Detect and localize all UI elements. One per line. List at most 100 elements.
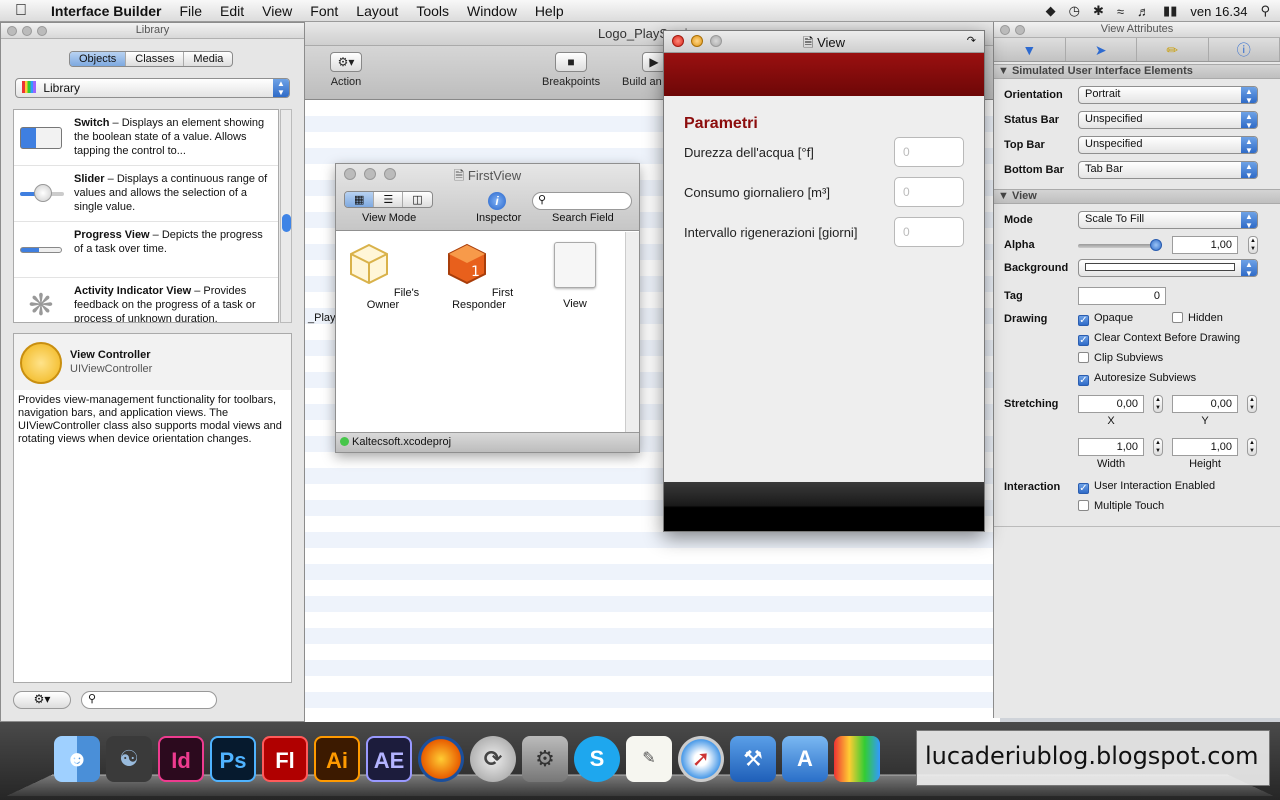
flash-icon[interactable]: Fl <box>262 736 308 782</box>
firefox-icon[interactable] <box>418 736 464 782</box>
stretch-height-stepper[interactable]: ▲ ▼ <box>1247 438 1257 456</box>
list-item[interactable]: ❋ Activity Indicator View – Provides fee… <box>14 278 278 322</box>
bottom-bar-select[interactable]: Tab Bar ▲ ▼ <box>1078 161 1258 180</box>
orientation-select[interactable]: Portrait ▲ ▼ <box>1078 86 1258 105</box>
zoom-button[interactable] <box>710 35 722 47</box>
system-preferences-icon[interactable]: ⚙ <box>522 736 568 782</box>
spotlight-search-icon[interactable]: ⚲ <box>1260 3 1270 19</box>
dropbox-icon[interactable]: ◆ <box>1046 3 1056 19</box>
stretch-width-field[interactable]: 1,00 <box>1078 438 1144 456</box>
stretch-height-field[interactable]: 1,00 <box>1172 438 1238 456</box>
mode-select[interactable]: Scale To Fill ▲ ▼ <box>1078 211 1258 230</box>
xcode-icon[interactable]: ⚒ <box>730 736 776 782</box>
stretch-x-field[interactable]: 0,00 <box>1078 395 1144 413</box>
icon-view-button[interactable]: ▦ <box>345 192 375 207</box>
menu-edit[interactable]: Edit <box>211 3 253 19</box>
battery-icon[interactable]: ▮▮ <box>1163 3 1177 19</box>
status-bar-select[interactable]: Unspecified ▲ ▼ <box>1078 111 1258 130</box>
list-item[interactable]: Slider – Displays a continuous range of … <box>14 166 278 222</box>
textedit-icon[interactable]: ✎ <box>626 736 672 782</box>
close-button[interactable] <box>344 168 356 180</box>
close-button[interactable] <box>1000 25 1010 35</box>
alpha-stepper[interactable]: ▲ ▼ <box>1248 236 1258 254</box>
clear-context-checkbox[interactable]: ✓ Clear Context Before Drawing <box>1078 332 1240 346</box>
section-simulated[interactable]: ▼ Simulated User Interface Elements <box>994 64 1280 79</box>
library-object-list[interactable]: Switch – Displays an element showing the… <box>13 109 279 323</box>
identity-tab-icon[interactable]: ⓘ <box>1209 38 1280 61</box>
minimize-button[interactable] <box>691 35 703 47</box>
user-interaction-checkbox[interactable]: ✓ User Interaction Enabled <box>1078 480 1215 494</box>
document-scrollbar[interactable] <box>625 232 639 432</box>
scrollbar-thumb[interactable] <box>282 214 291 232</box>
safari-icon[interactable]: ➚ <box>678 736 724 782</box>
minimize-button[interactable] <box>22 26 32 36</box>
library-popup[interactable]: Library ▲ ▼ <box>15 78 290 98</box>
tab-bar[interactable] <box>664 482 984 531</box>
opaque-checkbox[interactable]: ✓ Opaque <box>1078 312 1133 326</box>
tag-field[interactable]: 0 <box>1078 287 1166 305</box>
stretch-y-field[interactable]: 0,00 <box>1172 395 1238 413</box>
autoresize-checkbox[interactable]: ✓ Autoresize Subviews <box>1078 372 1196 386</box>
skype-icon[interactable]: S <box>574 736 620 782</box>
minimize-button[interactable] <box>364 168 376 180</box>
section-view[interactable]: ▼ View <box>994 189 1280 204</box>
build-button[interactable]: ▶ Build an <box>622 52 666 88</box>
close-button[interactable] <box>7 26 17 36</box>
multiple-touch-checkbox[interactable]: Multiple Touch <box>1078 500 1164 512</box>
stretch-x-stepper[interactable]: ▲ ▼ <box>1153 395 1163 413</box>
stretch-y-stepper[interactable]: ▲ ▼ <box>1247 395 1257 413</box>
menu-clock[interactable]: ven 16.34 <box>1190 4 1247 19</box>
gear-menu-button[interactable]: ⚙▾ <box>13 691 71 709</box>
growl-icon[interactable]: ☯ <box>106 736 152 782</box>
top-bar-select[interactable]: Unspecified ▲ ▼ <box>1078 136 1258 155</box>
view-object[interactable]: View <box>532 242 618 310</box>
menu-window[interactable]: Window <box>458 3 526 19</box>
wifi-icon[interactable]: ≈ <box>1117 4 1124 19</box>
rotate-icon[interactable]: ↷ <box>967 34 976 47</box>
tab-classes[interactable]: Classes <box>126 52 185 66</box>
stretch-width-stepper[interactable]: ▲ ▼ <box>1153 438 1163 456</box>
tab-media[interactable]: Media <box>184 52 232 66</box>
menu-file[interactable]: File <box>170 3 211 19</box>
zoom-button[interactable] <box>37 26 47 36</box>
action-button[interactable]: ⚙▾ Action <box>330 52 362 88</box>
after-effects-icon[interactable]: AE <box>366 736 412 782</box>
bluetooth-icon[interactable]: ✱ <box>1093 3 1104 19</box>
library-search-field[interactable]: ⚲ <box>81 691 217 709</box>
inspector-info-icon[interactable]: i <box>488 192 506 210</box>
zoom-button[interactable] <box>384 168 396 180</box>
regeneration-field[interactable]: 0 <box>894 217 964 247</box>
files-owner-object[interactable]: File's Owner <box>340 242 426 311</box>
instruments-icon[interactable] <box>834 736 880 782</box>
minimize-button[interactable] <box>1015 25 1025 35</box>
menu-view[interactable]: View <box>253 3 301 19</box>
finder-icon[interactable]: ☻ <box>54 736 100 782</box>
app-menu[interactable]: Interface Builder <box>42 3 170 19</box>
consumption-field[interactable]: 0 <box>894 177 964 207</box>
close-button[interactable] <box>672 35 684 47</box>
alpha-slider[interactable] <box>1078 239 1162 251</box>
menu-layout[interactable]: Layout <box>347 3 407 19</box>
hidden-checkbox[interactable]: Hidden <box>1172 312 1223 324</box>
illustrator-icon[interactable]: Ai <box>314 736 360 782</box>
time-machine-icon[interactable]: ⟳ <box>470 736 516 782</box>
breakpoints-button[interactable]: ■ Breakpoints <box>542 52 600 88</box>
search-field[interactable]: ⚲ <box>532 192 632 210</box>
first-responder-object[interactable]: 1 First Responder <box>436 242 522 311</box>
background-color-select[interactable]: ▲ ▼ <box>1078 259 1258 278</box>
library-scrollbar[interactable] <box>280 109 292 323</box>
time-machine-icon[interactable]: ◷ <box>1069 3 1080 19</box>
size-tab-icon[interactable]: ✏ <box>1137 38 1209 61</box>
connections-tab-icon[interactable]: ➤ <box>1066 38 1137 61</box>
hardness-field[interactable]: 0 <box>894 137 964 167</box>
clip-subviews-checkbox[interactable]: Clip Subviews <box>1078 352 1163 364</box>
menu-tools[interactable]: Tools <box>407 3 458 19</box>
volume-icon[interactable]: ♬ <box>1137 4 1150 19</box>
photoshop-icon[interactable]: Ps <box>210 736 256 782</box>
indesign-icon[interactable]: Id <box>158 736 204 782</box>
list-item[interactable]: Switch – Displays an element showing the… <box>14 110 278 166</box>
menu-font[interactable]: Font <box>301 3 347 19</box>
alpha-field[interactable]: 1,00 <box>1172 236 1238 254</box>
apple-menu-icon[interactable]:  <box>0 2 42 20</box>
list-view-button[interactable]: ☰ <box>374 192 404 207</box>
